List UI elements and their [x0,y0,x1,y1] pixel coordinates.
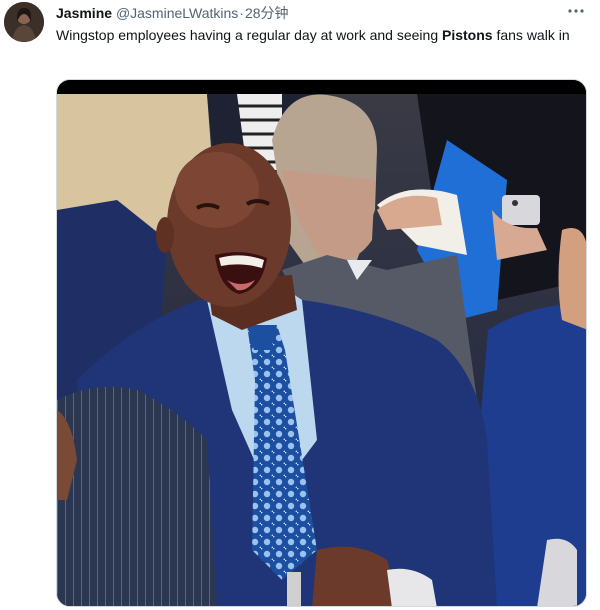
tweet-header: Jasmine @JasmineLWatkins·28分钟 [56,4,289,22]
tweet-text-part1: Wingstop employees having a regular day … [56,27,442,43]
author-handle[interactable]: @JasmineLWatkins [116,5,238,21]
more-horizontal-icon[interactable] [566,2,586,20]
tweet[interactable]: Jasmine @JasmineLWatkins·28分钟 Wingstop e… [0,0,600,610]
separator-dot: · [239,5,244,21]
tweet-text: Wingstop employees having a regular day … [56,26,576,45]
tweet-time[interactable]: 28分钟 [245,5,289,21]
tweet-video[interactable] [56,79,587,607]
tweet-text-part2: fans walk in [492,27,570,43]
author-avatar[interactable] [4,2,44,42]
author-name[interactable]: Jasmine [56,5,112,21]
tweet-text-bold: Pistons [442,27,493,43]
